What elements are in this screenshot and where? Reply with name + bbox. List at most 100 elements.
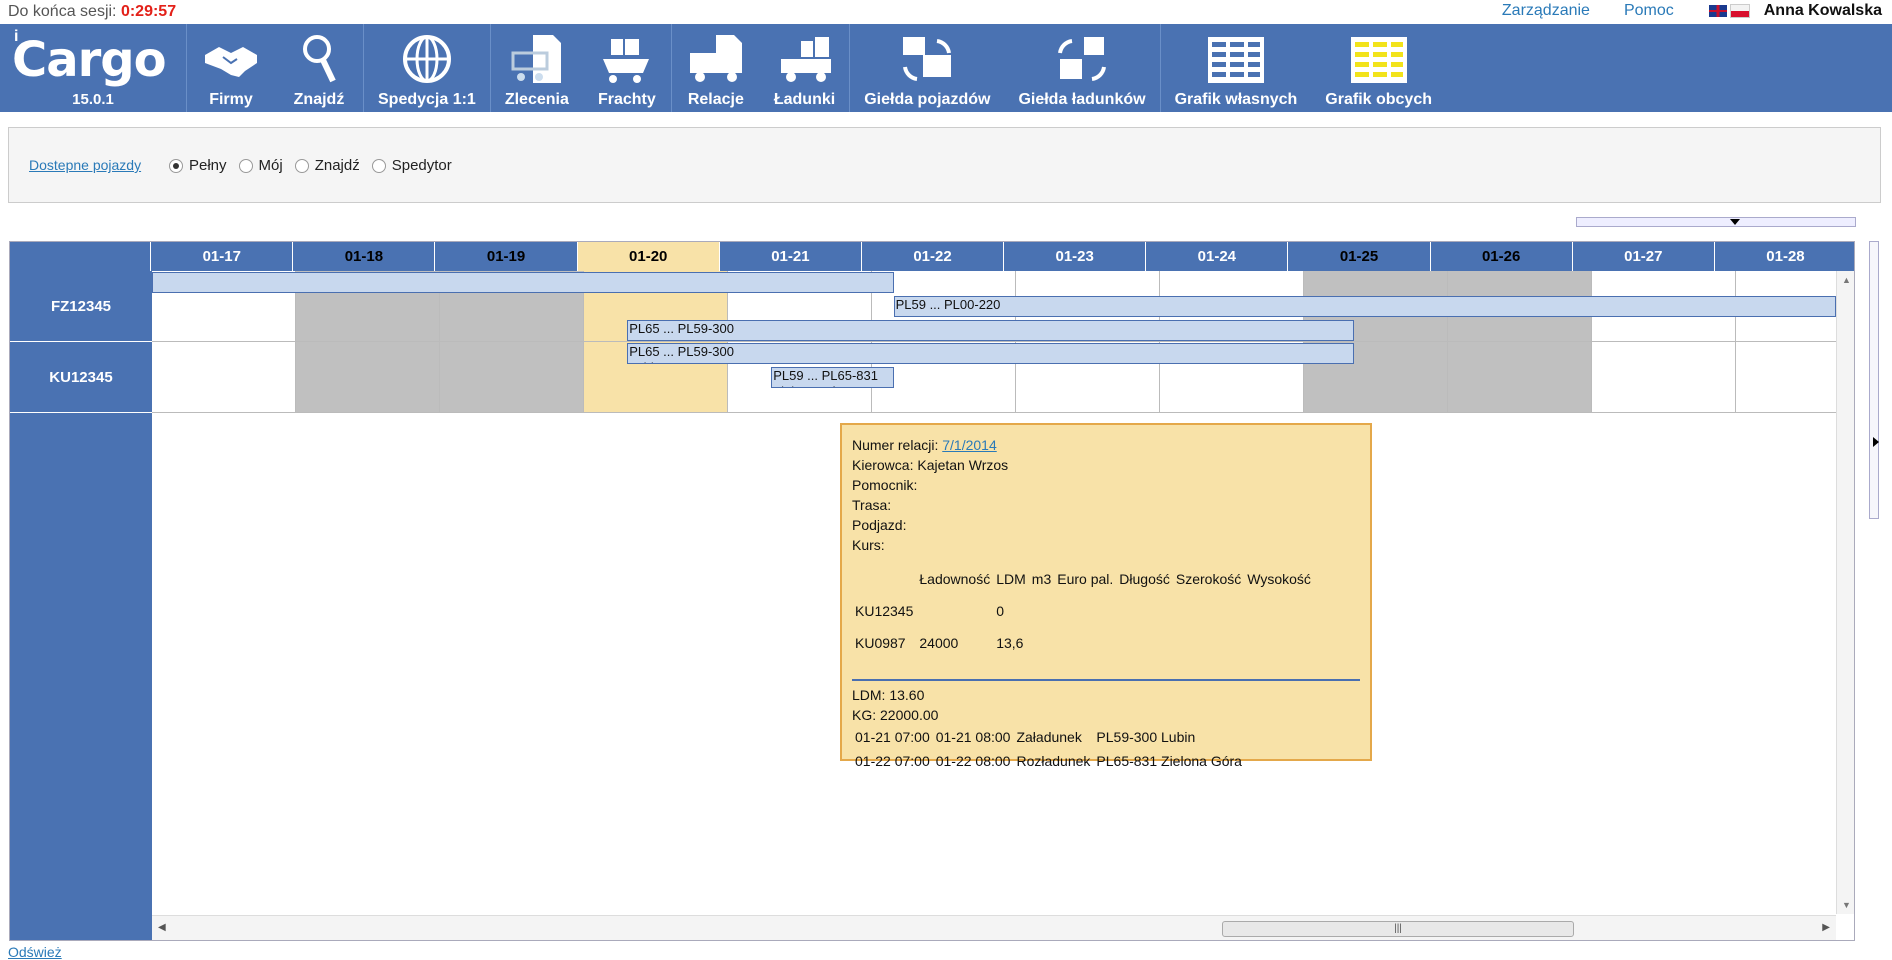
scroll-up-icon[interactable]: ▲ xyxy=(1842,275,1851,285)
truck-boxes-icon xyxy=(780,37,831,82)
course-line: Kurs: xyxy=(852,537,885,553)
kg-total: KG: 22000.00 xyxy=(852,707,939,723)
relation-bar-city: Lubin xyxy=(629,360,1353,363)
radio-spedytor[interactable]: Spedytor xyxy=(371,157,452,174)
vehicle-label[interactable]: KU12345 xyxy=(10,342,152,413)
available-vehicles-link[interactable]: Dostepne pojazdy xyxy=(29,157,141,173)
radio-spedytor-dot[interactable] xyxy=(371,158,386,173)
toolbar-group-companies: Firmy Znajdź xyxy=(187,24,364,112)
capacity-column-header: Długość xyxy=(1119,571,1170,587)
app-version: 15.0.1 xyxy=(72,91,114,108)
relation-bar-route: PL59 ... PL00-220 xyxy=(895,297,1001,312)
schedule-cell[interactable] xyxy=(1592,342,1736,413)
capacity-cell xyxy=(1116,595,1173,627)
spedycja-button[interactable]: Spedycja 1:1 xyxy=(364,24,490,112)
stop-cell: Załadunek xyxy=(1016,729,1082,745)
horizontal-scrollbar[interactable]: ◀ ||| ▶ xyxy=(152,915,1836,940)
toolbar-group-orders: Zlecenia Frachty xyxy=(491,24,672,112)
radio-znajdz[interactable]: Znajdź xyxy=(294,157,360,174)
capacity-table-body: KU12345 0 KU0987 24000 13,6 xyxy=(852,595,1314,659)
date-header-day: 01-25 xyxy=(1287,242,1430,271)
radio-pelny-dot[interactable] xyxy=(169,158,183,173)
zlecenia-button[interactable]: Zlecenia xyxy=(491,24,583,112)
vehicle-capacity-table: Ładowność LDM m3 Euro pal. Długość Szerokość W… xyxy=(852,563,1314,659)
schedule-cell[interactable] xyxy=(440,342,584,413)
date-header-day: 01-26 xyxy=(1429,242,1572,271)
scroll-right-icon[interactable]: ▶ xyxy=(1822,922,1830,933)
vehicle-exchange-icon xyxy=(903,37,952,81)
gielda-ladunkow-button[interactable]: Giełda ładunków xyxy=(1004,24,1159,112)
schedule-cell[interactable] xyxy=(296,342,440,413)
gielda-pojazdow-button[interactable]: Giełda pojazdów xyxy=(850,24,1004,112)
capacity-column-header: Euro pal. xyxy=(1057,571,1114,587)
stop-row: 01-21 07:00 01-21 08:00 Załadunek PL59-300 … xyxy=(852,725,1245,749)
horizontal-scroll-thumb[interactable]: ||| xyxy=(1222,921,1574,937)
pl-flag-icon[interactable] xyxy=(1729,4,1750,18)
help-link[interactable]: Pomoc xyxy=(1624,2,1674,20)
grafik-wlasnych-button[interactable]: Grafik własnych xyxy=(1161,24,1312,112)
vertical-scrollbar[interactable]: ▲ ▼ xyxy=(1836,271,1854,914)
schedule-cell[interactable] xyxy=(1448,342,1592,413)
relation-bar[interactable]: PL65 ... PL59-300Lubin xyxy=(627,343,1355,364)
schedule-foreign-icon xyxy=(1350,37,1407,83)
uk-flag-icon[interactable] xyxy=(1707,4,1728,18)
radio-pelny[interactable]: Pełny xyxy=(169,157,227,174)
expand-right-icon[interactable] xyxy=(1873,437,1879,447)
relation-number-link[interactable]: 7/1/2014 xyxy=(942,437,997,453)
stop-cell: PL65-831 Zielona Góra xyxy=(1096,753,1242,769)
refresh-link[interactable]: Odśwież xyxy=(8,944,62,960)
scroll-down-icon[interactable]: ▼ xyxy=(1842,900,1851,910)
chevron-down-icon xyxy=(1730,219,1740,225)
radio-moj-dot[interactable] xyxy=(238,158,253,173)
main-toolbar: Cargo i 15.0.1 Firmy Znajdź Spedycja 1:1… xyxy=(0,24,1892,112)
side-panel-toggle[interactable] xyxy=(1869,241,1879,519)
capacity-cell xyxy=(1054,595,1116,627)
vehicle-label[interactable]: FZ12345 xyxy=(10,271,152,342)
frachty-button[interactable]: Frachty xyxy=(583,24,671,112)
ldm-total: LDM: 13.60 xyxy=(852,687,925,703)
capacity-row: KU12345 0 xyxy=(852,595,1314,627)
handshake-icon xyxy=(205,47,257,77)
capacity-cell: 0 xyxy=(996,603,1005,619)
date-header-day: 01-20 xyxy=(576,242,719,271)
capacity-cell: KU12345 xyxy=(855,603,914,619)
schedule-cell[interactable] xyxy=(152,342,296,413)
firmy-button[interactable]: Firmy xyxy=(187,24,275,112)
relation-bar[interactable]: PL59 ... PL65-831Zielona Góra xyxy=(771,367,894,388)
capacity-column-header: LDM xyxy=(996,571,1026,587)
date-header-day: 01-23 xyxy=(1003,242,1145,271)
filter-panel: Dostepne pojazdy Pełny Mój Znajdź Spedyt… xyxy=(8,127,1881,203)
stop-cell: 01-21 07:00 xyxy=(855,729,930,745)
relation-bar-route: PL65 ... PL59-300 xyxy=(629,321,734,336)
relacje-button[interactable]: Relacje xyxy=(672,24,760,112)
relation-bar[interactable]: PL59 ... PL00-220 xyxy=(893,296,1836,317)
date-header-day: 01-28 xyxy=(1713,242,1854,271)
capacity-column-header xyxy=(852,563,916,595)
relation-bar[interactable] xyxy=(152,272,894,293)
session-timer: Do końca sesji: 0:29:57 xyxy=(8,3,177,20)
cart-document-icon xyxy=(511,35,561,83)
radio-znajdz-dot[interactable] xyxy=(294,158,309,173)
view-dropdown[interactable] xyxy=(1576,217,1856,227)
stop-row: 01-22 07:00 01-22 08:00 Rozładunek PL65-831… xyxy=(852,749,1245,773)
toolbar-group-exchanges: Giełda pojazdów Giełda ładunków xyxy=(850,24,1161,112)
management-link[interactable]: Zarządzanie xyxy=(1502,2,1590,20)
capacity-cell: 13,6 xyxy=(996,635,1024,651)
stop-cell: PL59-300 Lubin xyxy=(1096,729,1196,745)
ladunki-button[interactable]: Ładunki xyxy=(760,24,849,112)
stops-table: 01-21 07:00 01-21 08:00 Załadunek PL59-300 … xyxy=(852,725,1245,773)
user-name: Anna Kowalska xyxy=(1763,2,1882,19)
radio-moj[interactable]: Mój xyxy=(238,157,283,174)
grafik-obcych-button[interactable]: Grafik obcych xyxy=(1311,24,1446,112)
scroll-left-icon[interactable]: ◀ xyxy=(158,922,166,933)
capacity-cell xyxy=(916,595,993,627)
stop-cell: 01-22 07:00 xyxy=(855,753,930,769)
date-header-day: 01-27 xyxy=(1571,242,1714,271)
vehicle-filter-radios: Pełny Mój Znajdź Spedytor xyxy=(169,157,452,174)
top-bar: Do końca sesji: 0:29:57 Zarządzanie Pomo… xyxy=(0,0,1892,24)
relation-bar[interactable]: PL65 ... PL59-300 xyxy=(627,320,1355,341)
stop-cell: 01-21 08:00 xyxy=(935,729,1011,745)
capacity-column-header: Ładowność xyxy=(919,571,991,587)
znajdz-button[interactable]: Znajdź xyxy=(275,24,363,112)
capacity-cell xyxy=(1029,627,1054,659)
